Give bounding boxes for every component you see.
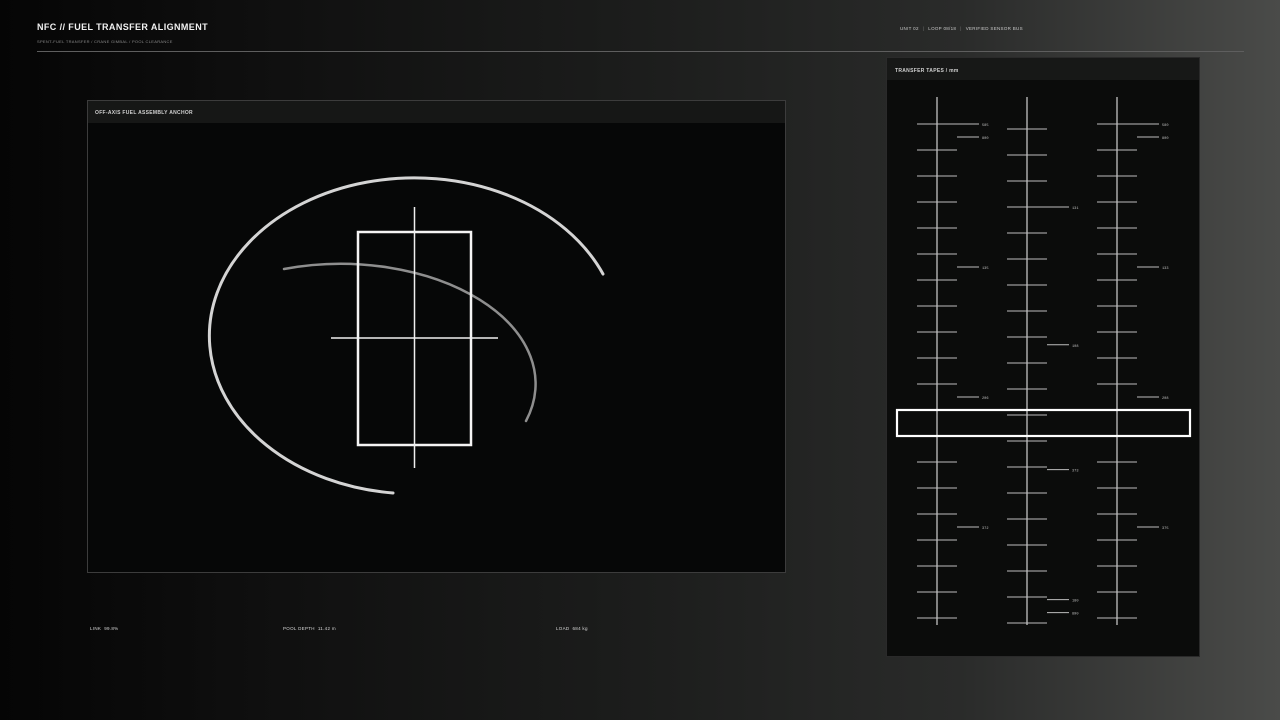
tape-center-label: 180 — [1072, 600, 1078, 604]
transfer-tapes[interactable]: 585 800 135 206 372 131 108 373 180 890 580 800 133 2… — [887, 58, 1199, 656]
anchor-viewport[interactable] — [88, 101, 785, 572]
stat-pool-depth: POOL DEPTH 11.42 m — [283, 626, 336, 631]
tape-left-label: 135 — [982, 267, 988, 271]
tape-left-label: 206 — [982, 397, 988, 401]
tape-left-label: 585 — [982, 124, 988, 128]
inner-ring — [282, 262, 537, 423]
anchor-panel-title: OFF-AXIS FUEL ASSEMBLY ANCHOR — [95, 110, 193, 116]
tape-left-label: 800 — [982, 137, 988, 141]
tape-center-label: 131 — [1072, 207, 1078, 211]
stat-load-label: LOAD — [556, 626, 570, 631]
stat-pool-depth-value: 11.42 m — [317, 626, 336, 631]
app-title: NFC // FUEL TRANSFER ALIGNMENT — [37, 22, 208, 32]
anchor-panel-header: OFF-AXIS FUEL ASSEMBLY ANCHOR — [88, 101, 785, 123]
anchor-panel: OFF-AXIS FUEL ASSEMBLY ANCHOR — [87, 100, 786, 573]
status-sensor-bus: VERIFIED SENSOR BUS — [965, 26, 1023, 31]
stat-link: LINK 99.8% — [90, 626, 118, 631]
stat-link-value: 99.8% — [104, 626, 119, 631]
stat-load-value: 684 kg — [572, 626, 588, 631]
tape-right-label: 208 — [1162, 397, 1168, 401]
tape-center-label: 890 — [1072, 613, 1078, 617]
status-separator: | — [960, 26, 962, 31]
status-strip: UNIT 02 | LOOP 08/18 | VERIFIED SENSOR B… — [900, 26, 1023, 31]
tape-right-label: 800 — [1162, 137, 1168, 141]
tapes-panel: TRANSFER TAPES / mm 585 800 135 206 372 131 10… — [886, 57, 1200, 657]
tape-left-label: 372 — [982, 527, 988, 531]
tape-right-label: 133 — [1162, 267, 1168, 271]
status-loop: LOOP 08/18 — [928, 26, 957, 31]
tape-right-label: 375 — [1162, 527, 1168, 531]
tape-right-label: 580 — [1162, 124, 1168, 128]
app-subtitle: SPENT-FUEL TRANSFER / CRANE GIMBAL / POO… — [37, 39, 173, 44]
alignment-window — [895, 408, 1192, 438]
stat-link-label: LINK — [90, 626, 102, 631]
tape-center-label: 373 — [1072, 470, 1078, 474]
tape-center-label: 108 — [1072, 345, 1078, 349]
stat-load: LOAD 684 kg — [556, 626, 588, 631]
status-unit: UNIT 02 — [900, 26, 919, 31]
stat-pool-depth-label: POOL DEPTH — [283, 626, 315, 631]
status-separator: | — [922, 26, 925, 31]
header-divider — [37, 51, 1244, 52]
